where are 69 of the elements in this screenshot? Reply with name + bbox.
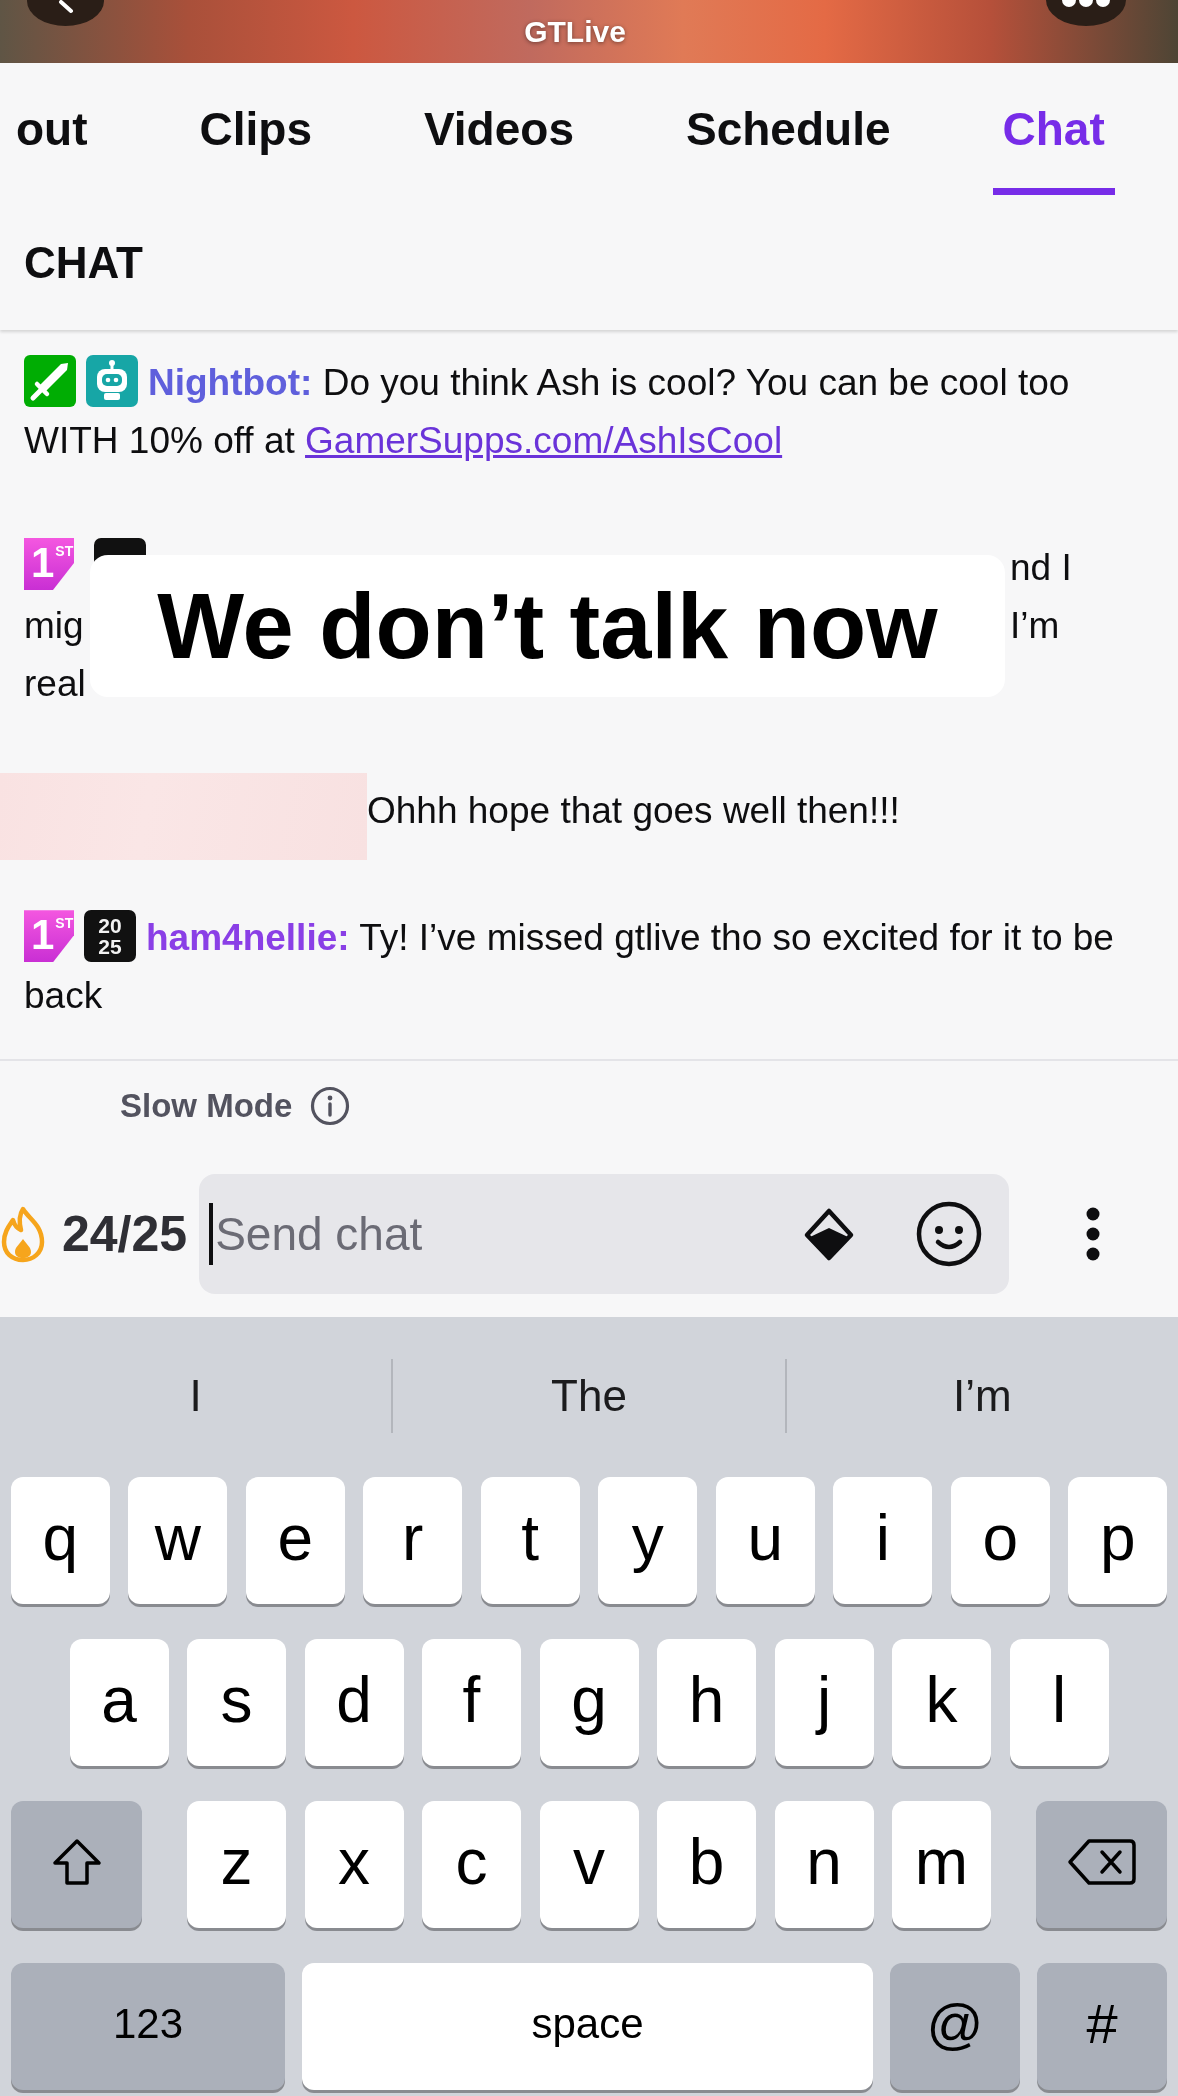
suggestion-item[interactable]: I’m <box>953 1371 1012 1421</box>
keyboard-key[interactable]: u <box>715 1477 815 1604</box>
sword-badge-icon <box>24 355 76 408</box>
keyboard-key[interactable]: r <box>363 1477 463 1604</box>
first-place-badge: 1$^{ST}$ <box>24 910 74 963</box>
flame-icon <box>0 1205 46 1263</box>
keyboard-key[interactable]: i <box>833 1477 933 1604</box>
backspace-key[interactable] <box>1036 1801 1167 1928</box>
chat-heading: CHAT <box>24 237 143 288</box>
keyboard-key[interactable]: s <box>187 1639 286 1766</box>
slow-mode-label: Slow Mode <box>120 1087 293 1125</box>
smiley-icon[interactable] <box>915 1200 984 1268</box>
year-badge: 20 25 <box>84 910 136 963</box>
symbol-key[interactable]: # <box>1037 1963 1167 2090</box>
message-text: mig <box>24 604 84 648</box>
keyboard-key[interactable]: b <box>657 1801 756 1928</box>
message-counter: 24/25 <box>62 1205 188 1263</box>
keyboard-key[interactable]: p <box>1068 1477 1168 1604</box>
message-text: I’m <box>1010 605 1060 646</box>
keyboard-key[interactable]: x <box>304 1801 404 1928</box>
message-text: nd I <box>1010 547 1072 588</box>
shift-key[interactable] <box>11 1801 142 1928</box>
keyboard-key[interactable]: l <box>1009 1639 1109 1766</box>
chat-message: 1$^{ST}$ 20 25 ham4nellie: Ty! I’ve missed gtlive tho so excited for it to be back <box>24 909 1115 1018</box>
shift-icon <box>50 1836 103 1887</box>
keyboard-key[interactable]: f <box>422 1639 521 1766</box>
username[interactable]: ham4nellie: <box>146 917 350 958</box>
tab[interactable]: out <box>6 63 98 195</box>
keyboard-key[interactable]: w <box>128 1477 228 1604</box>
tab[interactable]: Clips <box>189 63 322 195</box>
keyboard-key[interactable]: o <box>950 1477 1050 1604</box>
slash-icon <box>57 0 74 14</box>
first-place-badge: 1$^{ST}$ <box>24 538 74 590</box>
chat-message: Nightbot: Do you think Ash is cool? You can be cool too WITH 10% off at GamerSupps.com/AshIsCool <box>24 354 1150 470</box>
keyboard-key[interactable]: t <box>480 1477 580 1604</box>
keyboard-key[interactable]: z <box>187 1801 286 1928</box>
message-text: real <box>24 662 86 706</box>
keyboard-key[interactable]: n <box>774 1801 874 1928</box>
username[interactable]: Nightbot: <box>148 362 313 403</box>
channel-title: GTLive <box>524 14 626 49</box>
keyboard-key[interactable]: v <box>539 1801 639 1928</box>
suggestion-item[interactable]: The <box>551 1371 627 1421</box>
tab[interactable]: Chat <box>992 63 1115 195</box>
link[interactable]: GamerSupps.com/AshIsCool <box>305 420 783 461</box>
symbol-key[interactable]: @ <box>890 1963 1020 2090</box>
keyboard-key[interactable]: k <box>892 1639 991 1766</box>
dots-icon <box>1060 0 1112 9</box>
text-input[interactable]: Send chat <box>213 1202 802 1266</box>
caption-label: We don’t talk now <box>90 555 1005 697</box>
keyboard-key[interactable]: y <box>598 1477 698 1604</box>
keyboard-key[interactable]: h <box>657 1639 756 1766</box>
suggestion-item[interactable]: I <box>189 1371 202 1421</box>
keyboard-key[interactable]: a <box>69 1639 169 1766</box>
keyboard-key[interactable]: e <box>245 1477 345 1604</box>
numbers-key[interactable]: 123 <box>11 1963 285 2090</box>
keyboard-key[interactable]: g <box>539 1639 639 1766</box>
robot-badge-icon <box>86 355 138 408</box>
tab[interactable]: Videos <box>414 63 584 195</box>
space-key[interactable]: space <box>302 1963 873 2090</box>
keyboard-key[interactable]: q <box>10 1477 110 1604</box>
keyboard-key[interactable]: j <box>774 1639 874 1766</box>
tab[interactable]: Schedule <box>676 63 901 195</box>
keyboard-key[interactable]: c <box>422 1801 521 1928</box>
message-text: Ohhh hope that goes well then!!! <box>367 789 900 833</box>
backspace-icon <box>1066 1836 1137 1887</box>
info-icon[interactable] <box>310 1086 351 1126</box>
keyboard-key[interactable]: m <box>892 1801 991 1928</box>
keyboard-key[interactable]: d <box>304 1639 404 1766</box>
chat-input-field[interactable]: Send chat <box>199 1174 1010 1294</box>
